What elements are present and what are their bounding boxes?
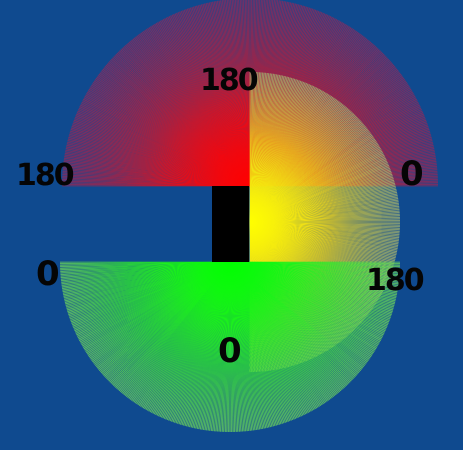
label-top-center: 180 xyxy=(200,63,258,98)
label-bottom-center: 0 xyxy=(218,331,241,371)
label-right-mid: 180 xyxy=(366,263,424,298)
protractor-fan-graphic: 180 180 0 0 180 0 xyxy=(16,0,438,432)
label-left-top: 180 xyxy=(16,158,74,193)
label-left-mid: 0 xyxy=(36,254,59,294)
center-block xyxy=(212,186,249,262)
label-right-top: 0 xyxy=(400,154,423,194)
